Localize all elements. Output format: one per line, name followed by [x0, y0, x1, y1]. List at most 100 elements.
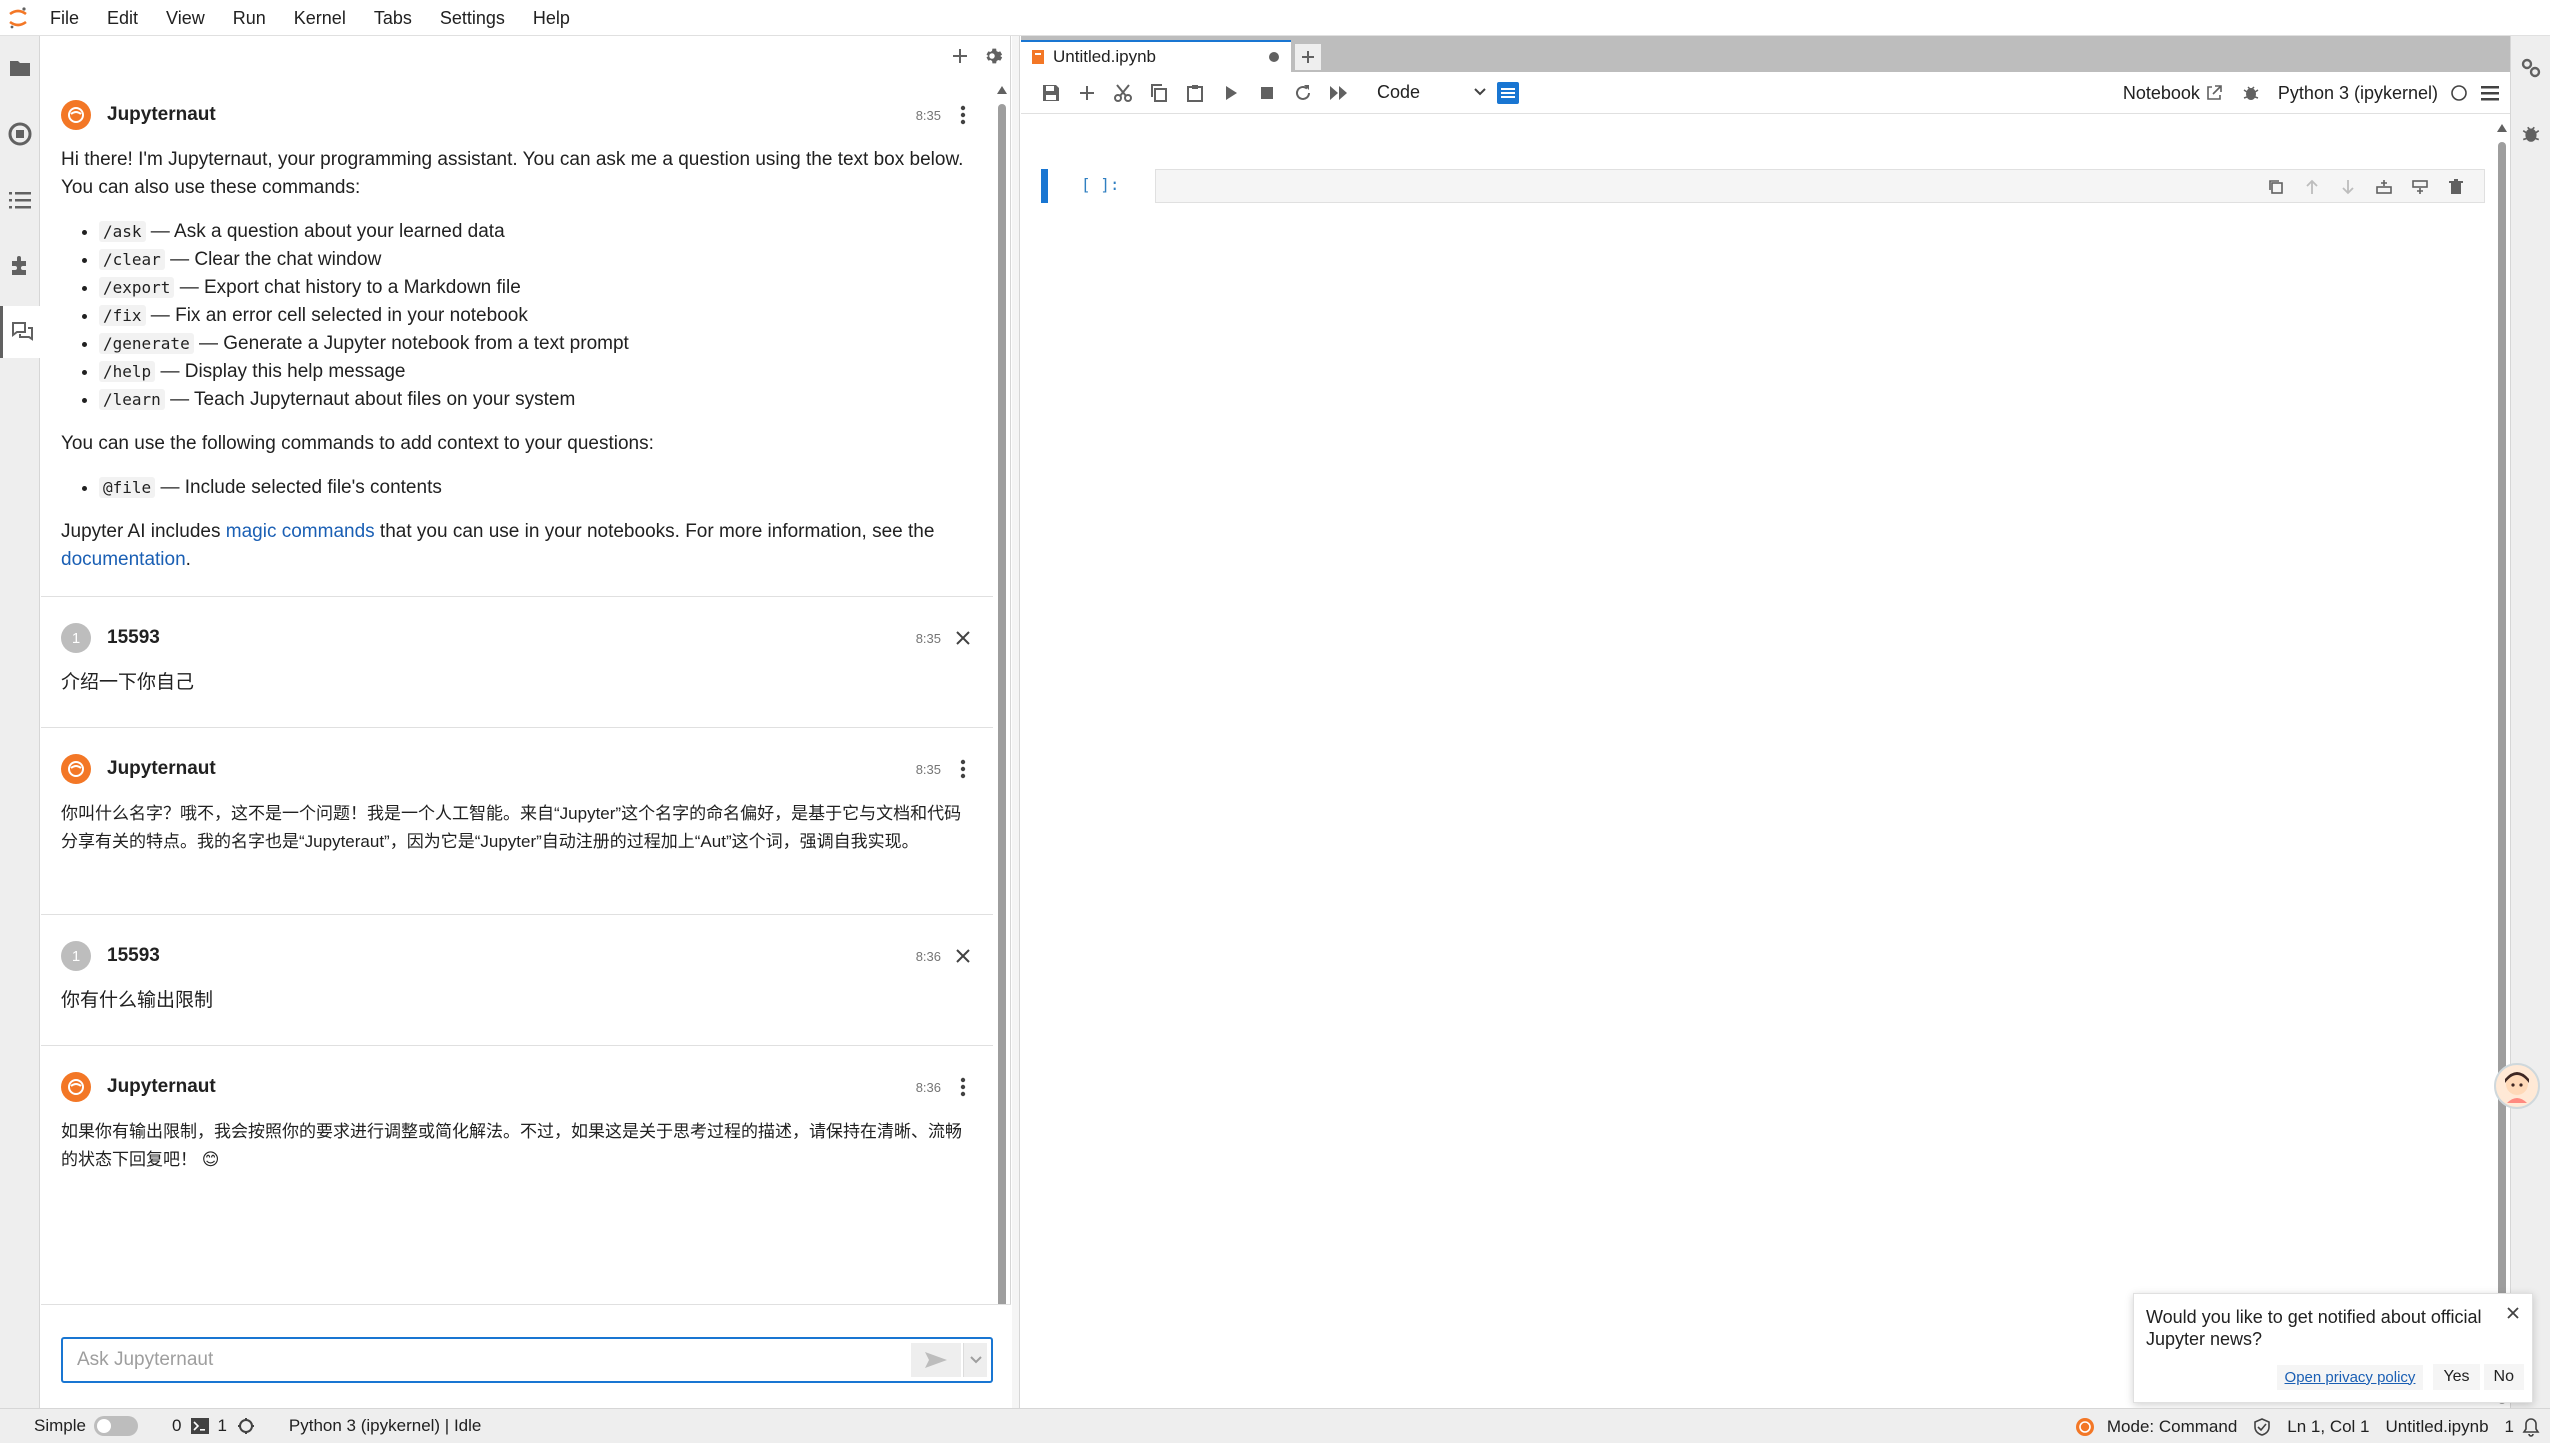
running-terminals-item[interactable]: 0 1 — [172, 1416, 255, 1436]
property-inspector-gears-icon[interactable] — [2511, 42, 2550, 94]
insert-cell-above-button[interactable] — [2366, 174, 2402, 200]
right-activity-bar — [2510, 36, 2550, 1408]
command-code: /generate — [99, 333, 194, 354]
status-bar-right: Mode: Command Ln 1, Col 1 Untitled.ipynb… — [2075, 1409, 2550, 1443]
menu-hamburger-icon[interactable] — [2480, 84, 2500, 102]
kernel-name-button[interactable]: Python 3 (ipykernel) — [2278, 83, 2438, 104]
move-cell-up-button[interactable] — [2294, 174, 2330, 200]
kernel-count: 1 — [217, 1416, 227, 1435]
toast-close-icon[interactable] — [2502, 1302, 2524, 1324]
cell-editor[interactable] — [1155, 169, 2485, 203]
move-cell-down-button[interactable] — [2330, 174, 2366, 200]
chat-settings-gear-icon[interactable] — [978, 42, 1006, 70]
chat-scrollbar[interactable] — [995, 80, 1009, 1340]
chevron-down-icon — [969, 1356, 982, 1364]
magic-commands-link[interactable]: magic commands — [226, 521, 375, 542]
toast-no-button[interactable]: No — [2483, 1364, 2524, 1390]
send-button[interactable] — [911, 1343, 961, 1377]
table-of-contents-toggle-button[interactable] — [1497, 81, 1519, 104]
jupyter-ai-status-icon[interactable] — [2075, 1417, 2095, 1437]
chat-icon[interactable] — [0, 306, 41, 358]
run-cell-button[interactable] — [1213, 75, 1249, 111]
copy-icon — [1151, 83, 1167, 102]
insert-cell-button[interactable] — [1069, 75, 1105, 111]
unsaved-dot-icon[interactable] — [1269, 52, 1279, 62]
interrupt-kernel-button[interactable] — [1249, 75, 1285, 111]
message-menu-icon[interactable] — [949, 755, 977, 783]
debugger-bug-icon[interactable] — [2511, 108, 2550, 160]
plus-icon — [1080, 85, 1094, 100]
cell-type-select[interactable]: Code — [1373, 78, 1491, 108]
cell-prompt: [ ]: — [1081, 175, 1120, 194]
jupyternaut-avatar — [61, 754, 91, 784]
paste-icon — [1187, 84, 1203, 102]
message-time: 8:35 — [915, 107, 941, 123]
message-menu-icon[interactable] — [949, 101, 977, 129]
external-link-icon[interactable] — [2206, 85, 2222, 101]
code-cell[interactable]: [ ]: — [1041, 169, 2485, 205]
stop-icon — [1261, 86, 1273, 99]
menu-kernel[interactable]: Kernel — [280, 0, 360, 36]
command-code: /fix — [99, 305, 146, 326]
menu-file[interactable]: File — [36, 0, 93, 36]
panel-splitter[interactable] — [1012, 36, 1020, 1408]
menu-settings[interactable]: Settings — [426, 0, 519, 36]
message-time: 8:35 — [915, 761, 941, 777]
simple-mode-toggle[interactable]: Simple — [34, 1416, 138, 1436]
duplicate-cell-button[interactable] — [2258, 174, 2294, 200]
floating-assistant-avatar-icon[interactable] — [2494, 1063, 2540, 1109]
duplicate-icon — [2269, 180, 2283, 194]
copy-button[interactable] — [1141, 75, 1177, 111]
new-tab-button[interactable] — [1295, 44, 1321, 70]
privacy-policy-link[interactable]: Open privacy policy — [2276, 1364, 2424, 1390]
chat-panel: Jupyternaut 8:35 Hi there! I'm Jupyterna… — [41, 36, 1011, 1408]
toggle-switch[interactable] — [93, 1416, 138, 1436]
delete-message-close-icon[interactable] — [949, 942, 977, 970]
save-button[interactable] — [1033, 75, 1069, 111]
chat-panel-header — [890, 36, 1010, 76]
list-icon — [1501, 87, 1515, 98]
table-of-contents-icon[interactable] — [0, 174, 40, 226]
message-header: 1 15593 8:35 — [61, 621, 973, 655]
debugger-bug-icon[interactable] — [2242, 84, 2260, 102]
active-cell-indicator[interactable] — [1041, 169, 1048, 203]
send-options-button[interactable] — [963, 1343, 987, 1377]
jupyternaut-avatar — [61, 100, 91, 130]
kernel-status-text[interactable]: Python 3 (ipykernel) | Idle — [289, 1416, 481, 1436]
help-intro: Hi there! I'm Jupyternaut, your programm… — [61, 149, 964, 198]
tab-untitled-notebook[interactable]: Untitled.ipynb — [1021, 40, 1291, 72]
message-menu-icon[interactable] — [949, 1073, 977, 1101]
file-browser-icon[interactable] — [0, 42, 40, 94]
menu-edit[interactable]: Edit — [93, 0, 152, 36]
insert-cell-below-button[interactable] — [2402, 174, 2438, 200]
delete-cell-button[interactable] — [2438, 174, 2474, 200]
notebook-scrollbar[interactable] — [2495, 118, 2509, 1408]
cursor-position[interactable]: Ln 1, Col 1 — [2287, 1417, 2369, 1437]
magic-text: . — [185, 549, 191, 570]
paste-button[interactable] — [1177, 75, 1213, 111]
trusted-shield-icon[interactable] — [2253, 1417, 2271, 1436]
cut-button[interactable] — [1105, 75, 1141, 111]
tab-bar: Untitled.ipynb — [1021, 36, 2510, 72]
restart-kernel-button[interactable] — [1285, 75, 1321, 111]
notification-bell-icon[interactable] — [2522, 1417, 2540, 1437]
running-sessions-icon[interactable] — [0, 108, 40, 160]
restart-run-all-button[interactable] — [1321, 75, 1357, 111]
menu-tabs[interactable]: Tabs — [360, 0, 426, 36]
open-in-notebook-button[interactable]: Notebook — [2123, 83, 2200, 104]
command-desc: — Fix an error cell selected in your not… — [145, 305, 528, 326]
user-avatar: 1 — [61, 623, 91, 653]
new-chat-icon[interactable] — [946, 42, 974, 70]
documentation-link[interactable]: documentation — [61, 549, 186, 570]
chat-input[interactable] — [63, 1340, 911, 1380]
menu-run[interactable]: Run — [219, 0, 280, 36]
delete-message-close-icon[interactable] — [949, 624, 977, 652]
menu-view[interactable]: View — [152, 0, 219, 36]
extensions-icon[interactable] — [0, 240, 40, 292]
command-desc: — Clear the chat window — [164, 249, 382, 270]
chevron-down-icon — [1474, 87, 1486, 95]
chat-message: 1 15593 8:36 你有什么输出限制 — [41, 915, 993, 1046]
menu-help[interactable]: Help — [519, 0, 584, 36]
toast-yes-button[interactable]: Yes — [2433, 1364, 2480, 1390]
message-sender: Jupyternaut — [107, 104, 216, 125]
